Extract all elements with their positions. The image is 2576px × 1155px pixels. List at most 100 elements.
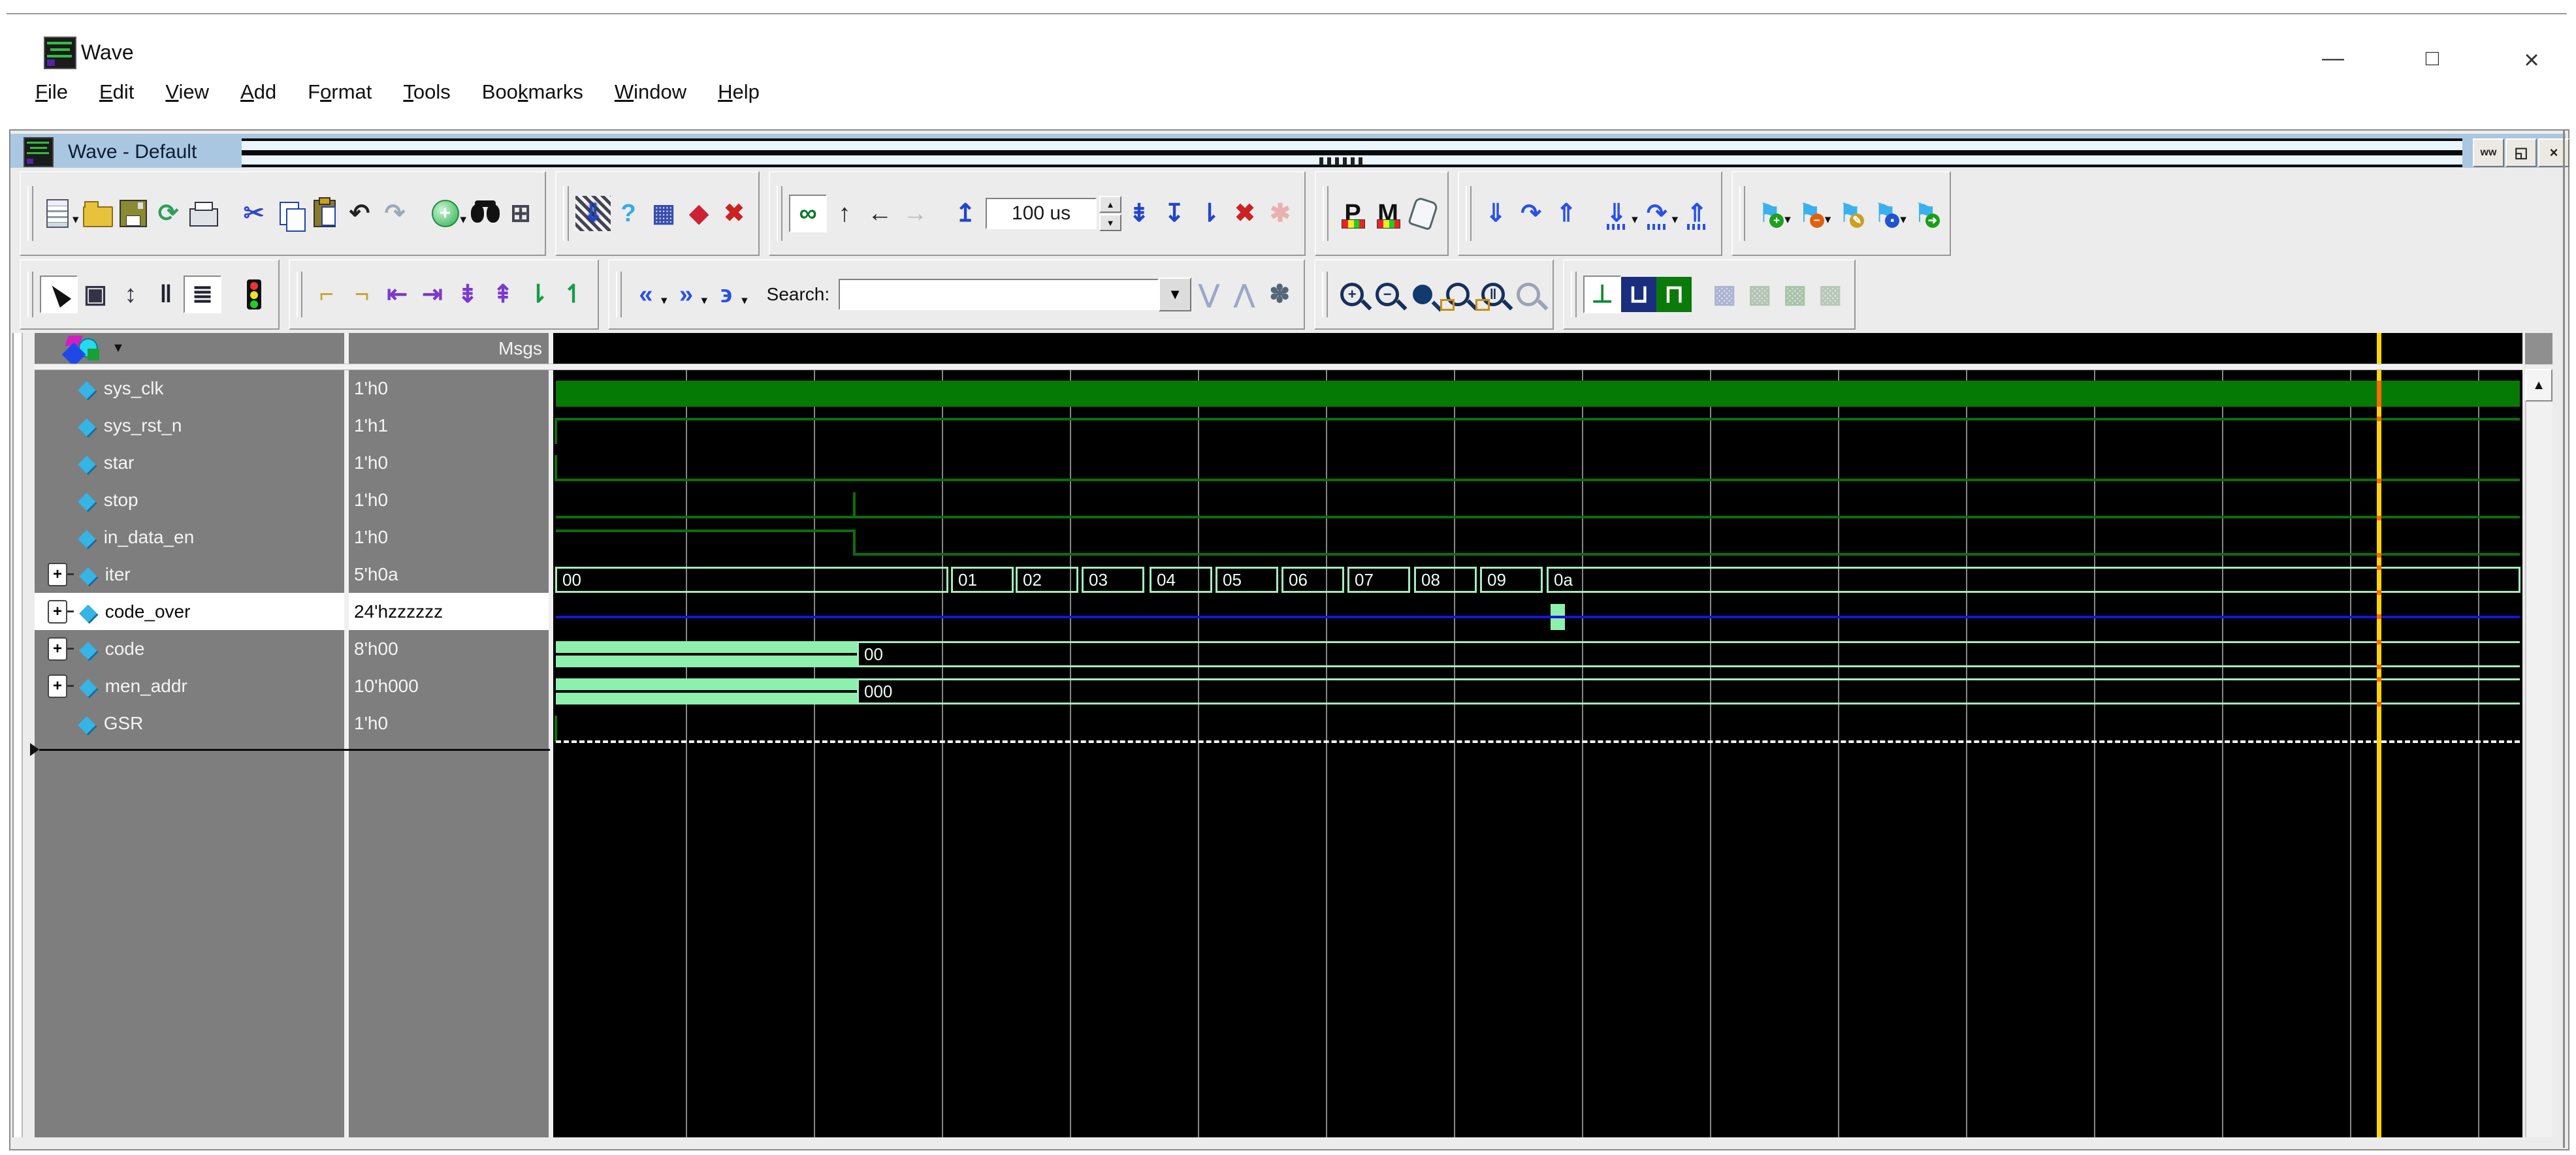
search-options-button[interactable]: ✽ xyxy=(1262,277,1297,312)
sync-cursors-button[interactable]: ✱ xyxy=(1263,196,1298,231)
waveform-canvas[interactable]: 000102030405060708090a00000 xyxy=(556,369,2522,1137)
next-rising-button[interactable]: ↿ xyxy=(556,277,591,312)
prev-edge-cursor-button[interactable]: ⊔ xyxy=(1621,277,1656,312)
menu-tools[interactable]: Tools xyxy=(387,80,466,104)
insert-cursor-2-button[interactable]: ⊥ xyxy=(1583,276,1621,313)
object-mode-button[interactable]: ▣ xyxy=(78,277,113,312)
active-cursor-button[interactable]: ↧ xyxy=(1157,196,1192,231)
search-dropdown-button[interactable]: ▼ xyxy=(1159,277,1191,311)
panel-restore-button[interactable]: ◱ xyxy=(2505,138,2537,167)
expand-windows-button[interactable]: ⊞ xyxy=(503,196,538,231)
simulate-button[interactable]: ▦ xyxy=(646,196,681,231)
signal-value-row-star[interactable]: 1'h0 xyxy=(349,444,549,481)
save-button[interactable] xyxy=(116,196,151,231)
search-input[interactable] xyxy=(839,279,1159,310)
delete-bookmark-button[interactable]: ⚑− xyxy=(1792,196,1827,231)
insert-cursor-button[interactable]: ↥ xyxy=(948,196,983,231)
names-header[interactable]: ▼ xyxy=(35,333,344,364)
cut-button[interactable]: ✂ xyxy=(236,196,272,231)
next-edge-button[interactable]: ⇑ xyxy=(1549,196,1584,231)
insert-clock-button[interactable]: ⌐ xyxy=(309,277,344,312)
zoom-mode-button[interactable] xyxy=(1511,277,1546,312)
signal-row-stop[interactable]: ◆stop xyxy=(35,481,344,518)
find-button[interactable] xyxy=(468,196,503,231)
prev-edge-button[interactable]: ⇓ xyxy=(1478,196,1513,231)
zoom-in-button[interactable]: + xyxy=(1334,277,1370,312)
menu-window[interactable]: Window xyxy=(599,80,702,104)
virtual-mode-button[interactable]: ‖ xyxy=(148,277,184,312)
time-range-field[interactable]: 100 us xyxy=(986,198,1097,229)
goto-bookmark-button[interactable]: ⚑➜ xyxy=(1908,196,1943,231)
signal-row-star[interactable]: ◆star xyxy=(35,444,344,481)
panel-undock-button[interactable]: ww xyxy=(2473,138,2504,167)
menu-file[interactable]: File xyxy=(20,80,84,104)
pattern-2-button[interactable]: ▩ xyxy=(1742,277,1777,312)
pattern-1-button[interactable]: ▩ xyxy=(1707,277,1742,312)
next-transition-button[interactable]: ⇂ xyxy=(1192,196,1227,231)
time-spin-up-icon[interactable]: ▲ xyxy=(1099,196,1121,213)
open-file-button[interactable] xyxy=(80,196,116,231)
prev-rising-button[interactable]: ⇂ xyxy=(521,277,556,312)
scrollbar-up-icon[interactable]: ▲ xyxy=(2525,369,2552,402)
delete-cursor-button[interactable]: ✖ xyxy=(1227,196,1263,231)
select-mode-button[interactable] xyxy=(40,276,78,313)
signal-value-row-sys_clk[interactable]: 1'h0 xyxy=(349,370,549,407)
wave-cursor[interactable] xyxy=(2377,333,2381,1137)
add-wave-button[interactable]: + xyxy=(428,196,463,231)
profile-m-button[interactable]: M xyxy=(1370,196,1406,231)
msgs-column-header[interactable]: Msgs xyxy=(349,333,549,364)
forward-button[interactable]: → xyxy=(897,196,933,231)
menu-add[interactable]: Add xyxy=(225,80,292,104)
add-bookmark-button[interactable]: ⚑+ xyxy=(1752,196,1787,231)
print-button[interactable] xyxy=(186,196,221,231)
compile-help-button[interactable]: ? xyxy=(611,196,646,231)
signal-value-row-men_addr[interactable]: 10'h000 xyxy=(349,667,549,704)
zoom-cursor-button[interactable] xyxy=(1440,277,1475,312)
signal-value-row-code[interactable]: 8'h00 xyxy=(349,630,549,667)
stop-sim-button[interactable] xyxy=(236,277,272,312)
pattern-3-button[interactable]: ▩ xyxy=(1777,277,1812,312)
next-falling-button[interactable]: ⇞ xyxy=(485,277,521,312)
menu-edit[interactable]: Edit xyxy=(84,80,150,104)
signal-row-code[interactable]: +◆code xyxy=(35,630,344,667)
prev-falling-button[interactable]: ⇟ xyxy=(450,277,485,312)
signal-row-in_data_en[interactable]: ◆in_data_en xyxy=(35,518,344,556)
pan-hand-button[interactable] xyxy=(1406,196,1441,231)
profile-p-button[interactable]: P xyxy=(1335,196,1370,231)
edit-mode-button[interactable]: ≣ xyxy=(184,276,221,313)
prev-transition-button[interactable]: ⇟ xyxy=(1121,196,1157,231)
zoom-fit-vertical-button[interactable]: ↕ xyxy=(113,277,148,312)
save-bookmarks-button[interactable]: ⚑▪ xyxy=(1867,196,1903,231)
back-button[interactable]: ← xyxy=(862,196,897,231)
next-edge-cursor-button[interactable]: ⊓ xyxy=(1656,277,1692,312)
compile-button[interactable]: ⇓ xyxy=(575,196,611,231)
pattern-4-button[interactable]: ▩ xyxy=(1812,277,1848,312)
menu-format[interactable]: Format xyxy=(292,80,387,104)
signal-row-code_over[interactable]: +◆code_over xyxy=(35,593,344,630)
expand-toggle-icon[interactable]: + xyxy=(48,637,67,661)
expand-time-in-button[interactable]: « xyxy=(628,277,664,312)
signal-row-iter[interactable]: +◆iter xyxy=(35,556,344,593)
wave-group-logo-icon[interactable] xyxy=(65,334,102,363)
signal-row-GSR[interactable]: ◆GSR xyxy=(35,704,344,742)
expand-toggle-icon[interactable]: + xyxy=(48,674,67,698)
signal-row-sys_rst_n[interactable]: ◆sys_rst_n xyxy=(35,407,344,444)
group-dropdown-icon[interactable]: ▼ xyxy=(112,341,125,356)
menu-view[interactable]: View xyxy=(150,80,225,104)
signal-values-pane[interactable]: 1'h01'h11'h01'h01'h05'h0a24'hzzzzzz8'h00… xyxy=(349,364,549,1137)
time-spin-down-icon[interactable]: ▼ xyxy=(1099,214,1121,231)
reload-locked-button[interactable]: ↷ xyxy=(1639,196,1675,231)
expand-time-out-button[interactable]: » xyxy=(669,277,704,312)
zoom-range-button[interactable]: ‖ xyxy=(1475,277,1511,312)
prev-edge-locked-button[interactable]: ⇓ xyxy=(1599,196,1634,231)
column-separator[interactable] xyxy=(344,333,349,1137)
new-file-button[interactable] xyxy=(40,196,75,231)
edit-bookmark-button[interactable]: ⚑✎ xyxy=(1832,196,1867,231)
undo-button[interactable]: ↶ xyxy=(342,196,378,231)
reload-edges-button[interactable]: ↷ xyxy=(1513,196,1549,231)
link-cursors-button[interactable]: ∞ xyxy=(789,195,827,232)
menu-bookmarks[interactable]: Bookmarks xyxy=(466,80,599,104)
signal-value-row-stop[interactable]: 1'h0 xyxy=(349,481,549,518)
next-transition-edge-button[interactable]: ⇥ xyxy=(415,277,450,312)
signal-row-men_addr[interactable]: +◆men_addr xyxy=(35,667,344,704)
